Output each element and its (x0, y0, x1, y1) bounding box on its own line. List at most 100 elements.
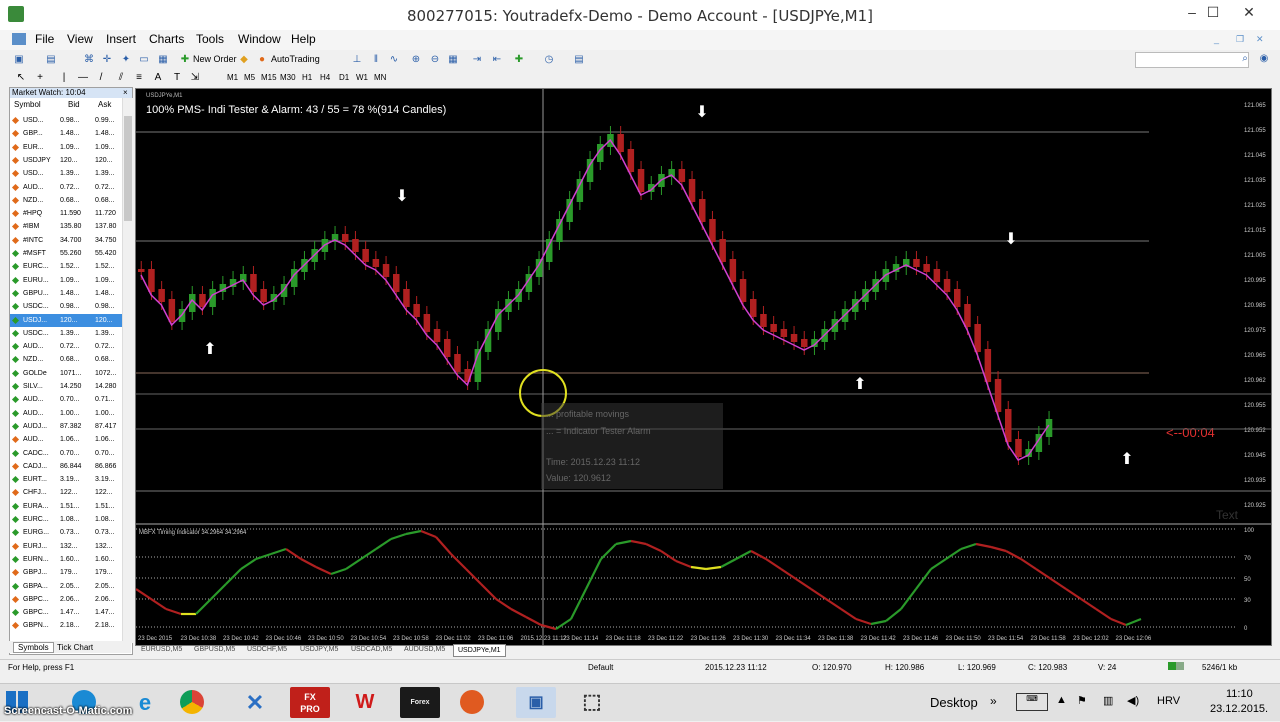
market-watch-icon[interactable]: ⌘ (82, 53, 96, 67)
maximize-button[interactable]: ☐ (1196, 0, 1230, 24)
column-symbol[interactable]: Symbol (14, 100, 41, 109)
menu-help[interactable]: Help (288, 32, 319, 46)
tab-tick-chart[interactable]: Tick Chart (57, 643, 93, 652)
chart-tab-usdcad[interactable]: USDCAD,M5 (351, 644, 392, 655)
market-watch-row[interactable]: GBPC... 1.47... 1.47... (10, 606, 122, 619)
taskbar-app-snip[interactable]: ⬚ (572, 687, 612, 718)
market-watch-scrollbar[interactable] (122, 98, 133, 643)
trendline-icon[interactable]: / (94, 71, 108, 85)
new-order-button[interactable]: New Order (193, 54, 237, 64)
market-watch-row[interactable]: EUR... 1.09... 1.09... (10, 141, 122, 154)
clock-time[interactable]: 11:10 (1226, 688, 1253, 700)
taskbar-app-fx[interactable] (460, 687, 500, 718)
market-watch-row[interactable]: USDJ... 120... 120... (10, 313, 122, 327)
mdi-minimize-icon[interactable]: _ (1214, 34, 1224, 44)
keyboard-icon[interactable]: ⌨ (1016, 693, 1048, 711)
market-watch-row[interactable]: CADJ... 86.844 86.866 (10, 460, 122, 473)
menu-charts[interactable]: Charts (146, 32, 187, 46)
taskbar-app-explorer[interactable]: ▣ (516, 687, 556, 718)
market-watch-row[interactable]: EURC... 1.52... 1.52... (10, 260, 122, 273)
metaeditor-icon[interactable]: ◆ (237, 53, 251, 67)
community-icon[interactable]: ◉ (1257, 52, 1271, 66)
chart-window[interactable]: USDJPYe,M1 100% PMS- Indi Tester & Alarm… (135, 88, 1272, 646)
market-watch-row[interactable]: EURG... 0.73... 0.73... (10, 526, 122, 539)
market-watch-row[interactable]: CADC... 0.70... 0.70... (10, 447, 122, 460)
chart-tab-usdjpye[interactable]: USDJPYe,M1 (453, 644, 506, 657)
status-profile[interactable]: Default (588, 663, 613, 672)
market-watch-row[interactable]: AUD... 0.72... 0.72... (10, 340, 122, 353)
mdi-close-icon[interactable]: ✕ (1256, 34, 1266, 44)
tf-w1[interactable]: W1 (356, 73, 368, 82)
desktop-toolbar-label[interactable]: Desktop (930, 695, 978, 710)
market-watch-row[interactable]: USD... 1.39... 1.39... (10, 167, 122, 180)
tf-h4[interactable]: H4 (320, 73, 330, 82)
autotrading-icon[interactable]: ● (255, 53, 269, 67)
tf-m15[interactable]: M15 (261, 73, 277, 82)
close-button[interactable]: ✕ (1232, 0, 1266, 24)
terminal-icon[interactable]: ▭ (137, 53, 151, 67)
market-watch-row[interactable]: AUDJ... 87.382 87.417 (10, 420, 122, 433)
zoom-in-icon[interactable]: ⊕ (409, 53, 423, 67)
text-icon[interactable]: A (151, 71, 165, 85)
market-watch-row[interactable]: GBPC... 2.06... 2.06... (10, 593, 122, 606)
market-watch-row[interactable]: USDJPY 120... 120... (10, 154, 122, 167)
market-watch-row[interactable]: USDC... 0.98... 0.98... (10, 300, 122, 313)
network-icon[interactable]: ▥ (1103, 694, 1113, 707)
market-watch-row[interactable]: GBPU... 1.48... 1.48... (10, 287, 122, 300)
market-watch-row[interactable]: USDC... 1.39... 1.39... (10, 327, 122, 340)
tf-m1[interactable]: M1 (227, 73, 238, 82)
crosshair-icon[interactable]: + (33, 71, 47, 85)
periods-icon[interactable]: ◷ (542, 53, 556, 67)
market-watch-row[interactable]: GBPJ... 179... 179... (10, 566, 122, 579)
taskbar-app-forex[interactable]: Forex (400, 687, 440, 718)
text-label-icon[interactable]: T (170, 71, 184, 85)
language-indicator[interactable]: HRV (1157, 695, 1180, 707)
vertical-line-icon[interactable]: | (57, 71, 71, 85)
market-watch-row[interactable]: USD... 0.98... 0.99... (10, 114, 122, 127)
market-watch-row[interactable]: EURA... 1.51... 1.51... (10, 500, 122, 513)
menu-tools[interactable]: Tools (193, 32, 227, 46)
chart-icon[interactable] (12, 33, 26, 45)
column-ask[interactable]: Ask (98, 100, 111, 109)
market-watch-row[interactable]: GBPA... 2.05... 2.05... (10, 580, 122, 593)
horizontal-line-icon[interactable]: — (76, 71, 90, 85)
zoom-out-icon[interactable]: ⊖ (428, 53, 442, 67)
arrows-icon[interactable]: ⇲ (188, 71, 202, 85)
menu-view[interactable]: View (64, 32, 96, 46)
close-icon[interactable]: × (123, 88, 128, 98)
market-watch-row[interactable]: EURT... 3.19... 3.19... (10, 473, 122, 486)
autotrading-button[interactable]: AutoTrading (271, 54, 320, 64)
market-watch-row[interactable]: AUD... 1.06... 1.06... (10, 433, 122, 446)
chart-tab-usdjpy[interactable]: USDJPY,M5 (300, 644, 338, 655)
tf-d1[interactable]: D1 (339, 73, 349, 82)
market-watch-row[interactable]: SILV... 14.250 14.280 (10, 380, 122, 393)
line-chart-icon[interactable]: ∿ (387, 53, 401, 67)
templates-icon[interactable]: ▤ (572, 53, 586, 67)
tf-mn[interactable]: MN (374, 73, 386, 82)
price-chart[interactable]: USDJPYe,M1 100% PMS- Indi Tester & Alarm… (136, 89, 1271, 645)
cursor-icon[interactable]: ↖ (14, 71, 28, 85)
tf-h1[interactable]: H1 (302, 73, 312, 82)
menu-insert[interactable]: Insert (103, 32, 139, 46)
search-field[interactable] (1135, 52, 1249, 68)
market-watch-row[interactable]: EURN... 1.60... 1.60... (10, 553, 122, 566)
autoscroll-icon[interactable]: ⇥ (470, 53, 484, 67)
market-watch-row[interactable]: NZD... 0.68... 0.68... (10, 194, 122, 207)
navigator-icon[interactable]: ✦ (119, 53, 133, 67)
channel-icon[interactable]: ⫽ (114, 71, 128, 85)
chart-tab-eurusd[interactable]: EURUSD,M5 (141, 644, 182, 655)
volume-icon[interactable]: ◀) (1127, 694, 1139, 707)
tile-windows-icon[interactable]: ▦ (446, 53, 460, 67)
menu-file[interactable]: File (32, 32, 57, 46)
market-watch-row[interactable]: EURJ... 132... 132... (10, 540, 122, 553)
tray-up-icon[interactable]: ▲ (1056, 694, 1067, 706)
tf-m30[interactable]: M30 (280, 73, 296, 82)
mdi-restore-icon[interactable]: ❐ (1236, 34, 1246, 44)
action-center-icon[interactable]: ⚑ (1077, 694, 1087, 707)
candlestick-icon[interactable]: ‖ (369, 53, 383, 67)
taskbar-app-chrome[interactable] (180, 687, 220, 718)
chart-tab-audusd[interactable]: AUDUSD,M5 (404, 644, 445, 655)
taskbar-app-x[interactable]: ✕ (235, 687, 275, 718)
chevron-icon[interactable]: » (990, 694, 997, 708)
fibonacci-icon[interactable]: ≡ (132, 71, 146, 85)
